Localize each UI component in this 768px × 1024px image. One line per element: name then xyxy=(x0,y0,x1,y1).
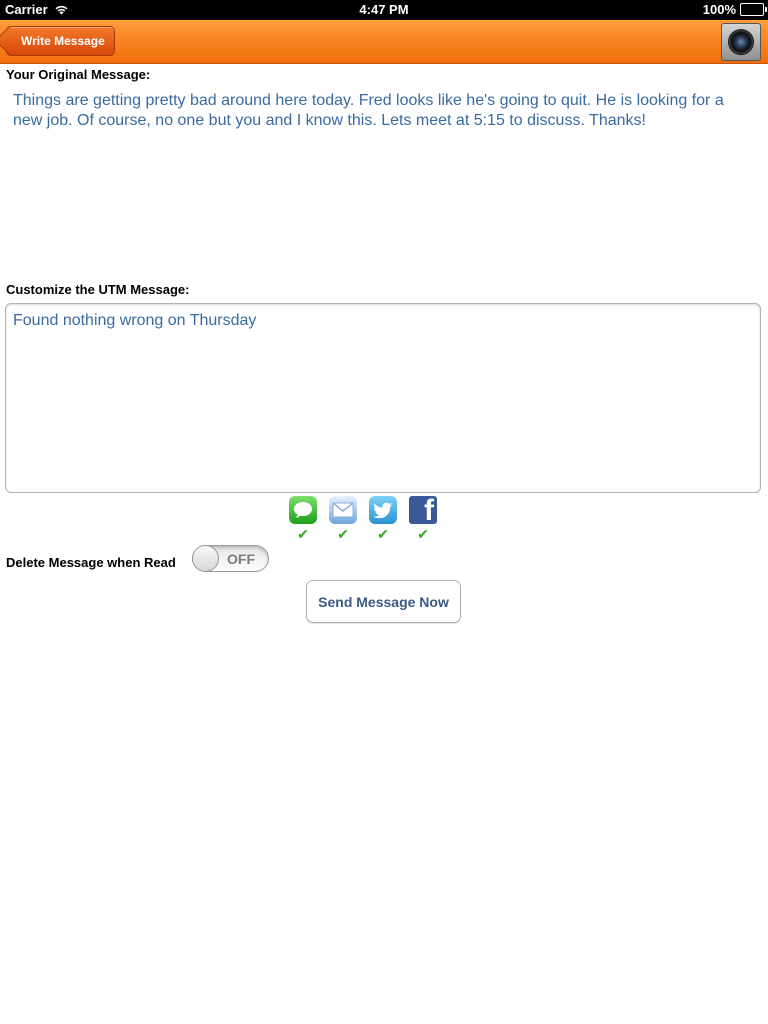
navigation-bar: Write Message xyxy=(0,20,768,64)
facebook-icon[interactable]: f xyxy=(409,496,437,526)
battery-status: 100% xyxy=(702,2,767,17)
facebook-check-icon: ✔ xyxy=(417,526,429,542)
delete-when-read-toggle[interactable]: OFF xyxy=(192,545,269,572)
delete-when-read-label: Delete Message when Read xyxy=(6,555,176,570)
status-time: 4:47 PM xyxy=(359,2,409,17)
mail-icon[interactable] xyxy=(329,496,357,524)
camera-button[interactable] xyxy=(721,23,761,61)
twitter-check-icon: ✔ xyxy=(377,526,389,542)
send-message-button[interactable]: Send Message Now xyxy=(306,580,461,623)
share-item-mail: ✔ xyxy=(329,496,357,542)
original-message-text: Things are getting pretty bad around her… xyxy=(13,92,724,129)
messages-check-icon: ✔ xyxy=(297,526,309,542)
share-options: ✔ ✔ ✔ f ✔ xyxy=(289,496,437,542)
camera-icon xyxy=(728,29,754,55)
toggle-state-label: OFF xyxy=(227,551,255,567)
write-message-back-button[interactable]: Write Message xyxy=(6,26,115,56)
status-bar: Carrier 4:47 PM 100% xyxy=(0,0,768,20)
mail-check-icon: ✔ xyxy=(337,526,349,542)
toggle-knob xyxy=(192,545,219,572)
share-item-twitter: ✔ xyxy=(369,496,397,542)
back-button-label: Write Message xyxy=(21,34,105,48)
share-item-facebook: f ✔ xyxy=(409,496,437,542)
utm-message-textarea[interactable]: Found nothing wrong on Thursday xyxy=(5,303,761,493)
messages-icon[interactable] xyxy=(289,496,317,524)
utm-message-label: Customize the UTM Message: xyxy=(6,282,190,297)
battery-percent: 100% xyxy=(702,2,736,17)
original-message-label: Your Original Message: xyxy=(6,67,151,82)
twitter-icon[interactable] xyxy=(369,496,397,524)
share-item-messages: ✔ xyxy=(289,496,317,542)
battery-icon xyxy=(740,3,767,16)
